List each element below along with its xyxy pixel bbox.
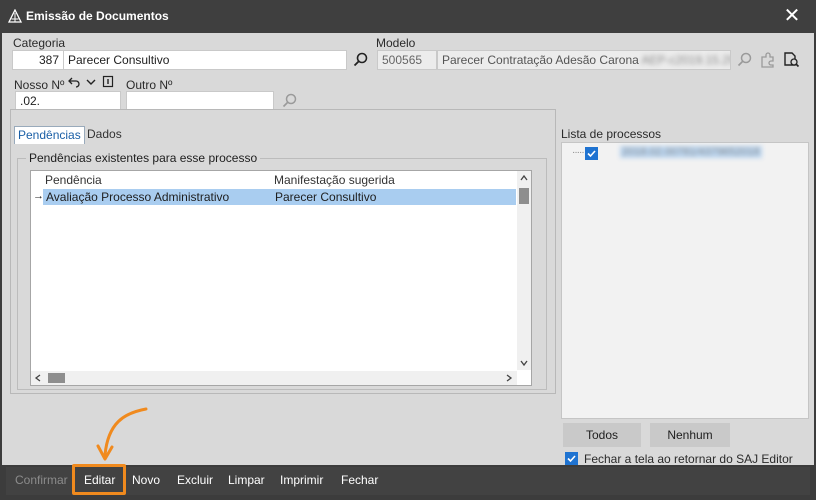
outro-search-icon[interactable] — [281, 92, 299, 110]
check-icon — [567, 455, 576, 463]
processos-label: Lista de processos — [561, 127, 662, 141]
fechar-option-label[interactable]: Fechar a tela ao retornar do SAJ Editor — [584, 452, 793, 466]
annotation-arrow-icon — [96, 407, 148, 461]
group-title: Pendências existentes para esse processo — [26, 151, 261, 165]
outro-label: Outro Nº — [126, 78, 173, 92]
fechar-checkbox[interactable] — [565, 452, 578, 465]
modelo-label: Modelo — [376, 36, 416, 50]
categoria-search-icon[interactable] — [352, 51, 370, 69]
nosso-label: Nosso Nº — [14, 78, 65, 92]
modelo-name-text: Parecer Contratação Adesão Carona — [442, 53, 639, 67]
modelo-name-blurred: AEP-c2019.15.29 — [641, 53, 731, 67]
horizontal-scroll-thumb[interactable] — [48, 373, 65, 383]
editar-highlight — [72, 464, 126, 495]
window-title: Emissão de Documentos — [26, 9, 169, 23]
outro-field[interactable] — [126, 91, 274, 111]
processo-item-blurred[interactable]: 2018.02.00781/4379652018 — [620, 146, 762, 158]
tab-pendencias[interactable]: Pendências — [14, 126, 85, 144]
scroll-up-icon[interactable] — [520, 174, 528, 182]
todos-button[interactable]: Todos — [563, 423, 641, 447]
novo-button[interactable]: Novo — [132, 473, 160, 487]
app-icon — [8, 9, 22, 23]
horizontal-scrollbar[interactable] — [31, 371, 517, 385]
modelo-code-field[interactable]: 500565 — [377, 50, 437, 70]
categoria-label: Categoria — [13, 36, 66, 50]
scroll-left-icon[interactable] — [34, 374, 42, 382]
close-icon[interactable]: ✕ — [780, 6, 804, 28]
nenhum-button[interactable]: Nenhum — [650, 423, 730, 447]
confirmar-button[interactable]: Confirmar — [15, 473, 68, 487]
tab-dados[interactable]: Dados — [84, 126, 125, 144]
scroll-right-icon[interactable] — [505, 374, 513, 382]
excluir-button[interactable]: Excluir — [177, 473, 213, 487]
undo-icon[interactable] — [67, 75, 81, 89]
document-search-icon[interactable] — [782, 51, 800, 69]
nosso-field[interactable]: .02. — [15, 91, 121, 111]
limpar-button[interactable]: Limpar — [228, 473, 265, 487]
categoria-code-field[interactable]: 387 — [12, 50, 64, 70]
puzzle-icon[interactable] — [759, 51, 777, 69]
column-header-manifestacao[interactable]: Manifestação sugerida — [274, 173, 395, 187]
scroll-down-icon[interactable] — [520, 359, 528, 367]
modelo-name-field[interactable]: Parecer Contratação Adesão Carona AEP-c2… — [437, 50, 731, 70]
row-manifestacao: Parecer Consultivo — [275, 190, 377, 204]
imprimir-button[interactable]: Imprimir — [280, 473, 323, 487]
chevron-down-icon[interactable] — [84, 75, 98, 89]
vertical-scroll-thumb[interactable] — [519, 188, 529, 204]
row-pendencia: Avaliação Processo Administrativo — [46, 190, 230, 204]
check-icon — [587, 150, 596, 158]
pendencias-grid[interactable]: Pendência Manifestação sugerida → Avalia… — [30, 170, 532, 386]
vertical-scrollbar[interactable] — [517, 171, 531, 370]
fechar-button[interactable]: Fechar — [341, 473, 378, 487]
processo-checkbox[interactable] — [585, 147, 598, 160]
modelo-search-icon[interactable] — [736, 51, 754, 69]
tree-connector: ····· — [572, 147, 585, 158]
table-row[interactable]: Avaliação Processo Administrativo Parece… — [43, 189, 516, 205]
categoria-name-field[interactable]: Parecer Consultivo — [63, 50, 347, 70]
bottom-toolbar: Confirmar Editar Novo Excluir Limpar Imp… — [6, 467, 810, 495]
processos-tree[interactable]: ····· 2018.02.00781/4379652018 — [561, 142, 809, 419]
info-doc-icon[interactable] — [101, 75, 115, 89]
title-bar: Emissão de Documentos ✕ — [0, 0, 816, 33]
column-header-pendencia[interactable]: Pendência — [45, 173, 102, 187]
